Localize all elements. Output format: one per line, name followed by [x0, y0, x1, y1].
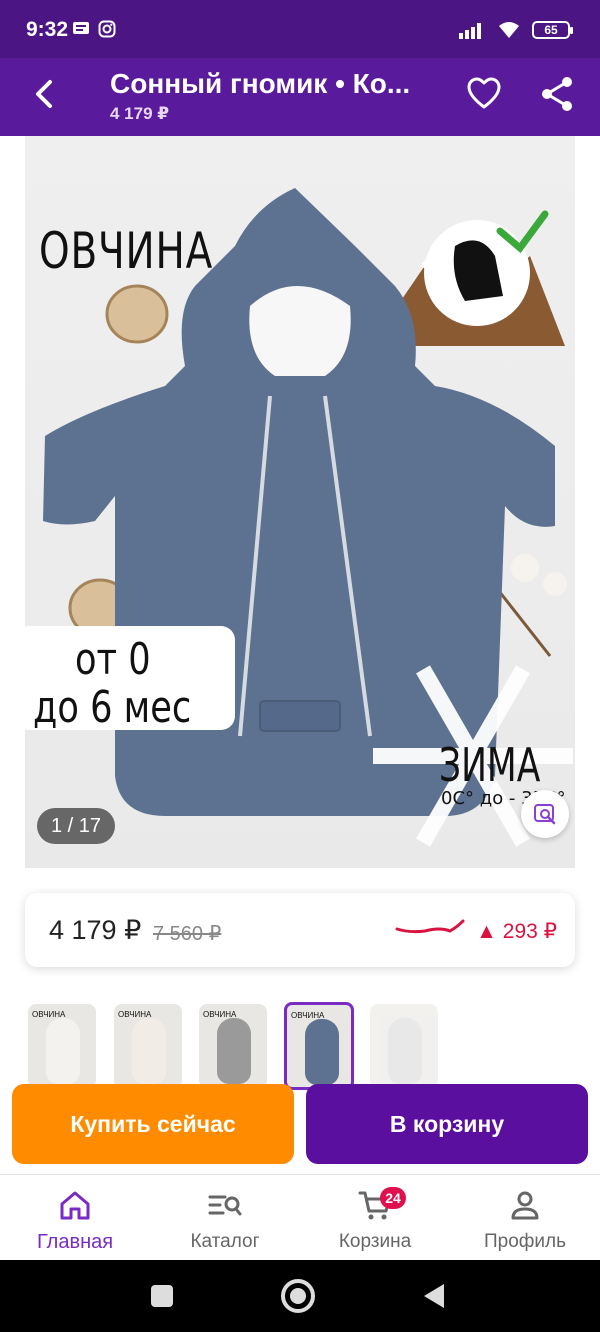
- nav-catalog[interactable]: Каталог: [150, 1183, 300, 1257]
- catalog-search-icon: [208, 1195, 242, 1216]
- image-label-material: ОВЧИНА: [39, 222, 214, 280]
- nav-catalog-label: Каталог: [190, 1231, 260, 1252]
- battery-indicator: 65: [532, 21, 573, 39]
- thumbnail-1[interactable]: ОВЧИНА: [28, 1004, 96, 1088]
- square-icon: [151, 1285, 173, 1307]
- thumbnail-5[interactable]: [370, 1004, 438, 1088]
- nav-cart-label: Корзина: [338, 1231, 412, 1252]
- thumbnail-suit: [46, 1018, 80, 1084]
- cart-count-badge: 24: [380, 1187, 406, 1209]
- favorite-button[interactable]: [464, 74, 504, 114]
- share-button[interactable]: [537, 74, 577, 114]
- nav-profile[interactable]: Профиль: [450, 1183, 600, 1257]
- price-card[interactable]: 4 179 ₽ 7 560 ₽ ▲ 293 ₽: [25, 893, 575, 967]
- product-title: Сонный гномик • Ко...: [110, 68, 411, 99]
- instagram-icon: [98, 20, 116, 38]
- back-button[interactable]: [24, 74, 64, 114]
- current-price: 4 179 ₽: [49, 915, 142, 945]
- nav-profile-label: Профиль: [483, 1231, 567, 1252]
- system-navigation-bar: [0, 1260, 600, 1332]
- signal-icon: [459, 23, 481, 39]
- notification-icons: [72, 20, 116, 38]
- image-search-icon: [534, 804, 556, 825]
- thumbnail-4-selected[interactable]: ОВЧИНА: [284, 1002, 354, 1090]
- nav-home[interactable]: Главная: [0, 1183, 150, 1257]
- nav-cart[interactable]: 24 Корзина: [300, 1183, 450, 1257]
- nav-home-label: Главная: [36, 1231, 114, 1253]
- back-system-button[interactable]: [414, 1276, 454, 1316]
- thumbnail-suit: [217, 1018, 251, 1084]
- recent-apps-button[interactable]: [142, 1276, 182, 1316]
- image-label-season: ЗИМА: [439, 738, 541, 792]
- image-counter: 1 / 17: [37, 808, 116, 844]
- price-trend-icon: [395, 919, 465, 934]
- share-icon: [542, 77, 572, 111]
- thumbnail-2[interactable]: ОВЧИНА: [114, 1004, 182, 1088]
- status-right: 65: [458, 20, 573, 40]
- status-time: 9:32: [26, 18, 69, 41]
- home-icon: [60, 1191, 90, 1220]
- circle-icon: [281, 1279, 315, 1313]
- image-age-line1: от 0: [75, 634, 151, 685]
- profile-icon: [511, 1191, 539, 1220]
- back-arrow-icon: [36, 80, 52, 108]
- buy-now-button[interactable]: Купить сейчас: [12, 1084, 294, 1164]
- header-price: 4 179 ₽: [110, 104, 170, 123]
- thumbnail-suit: [305, 1019, 339, 1085]
- triangle-back-icon: [424, 1284, 444, 1308]
- add-to-cart-button[interactable]: В корзину: [306, 1084, 588, 1164]
- visual-search-button[interactable]: [521, 790, 569, 838]
- message-icon: [73, 22, 89, 34]
- price-change: ▲ 293 ₽: [476, 920, 557, 943]
- heart-icon: [467, 77, 501, 109]
- thumbnail-suit: [388, 1018, 422, 1084]
- thumbnail-3[interactable]: ОВЧИНА: [199, 1004, 267, 1088]
- thumbnail-suit: [132, 1018, 166, 1084]
- thumbnail-strip: ОВЧИНА ОВЧИНА ОВЧИНА ОВЧИНА: [25, 1002, 585, 1090]
- product-image-carousel[interactable]: ОВЧИНА от 0 до 6 мес ЗИМА 0С° до - 35С° …: [25, 136, 575, 868]
- image-age-line2: до 6 мес: [33, 682, 192, 733]
- status-bar: 9:32 65: [0, 0, 600, 58]
- app-header: Сонный гномик • Ко... 4 179 ₽: [0, 58, 600, 136]
- old-price: 7 560 ₽: [153, 923, 222, 945]
- wifi-icon: [499, 22, 519, 38]
- bottom-navigation: Главная Каталог 24 Корзина Профиль: [0, 1174, 600, 1260]
- home-system-button[interactable]: [278, 1276, 318, 1316]
